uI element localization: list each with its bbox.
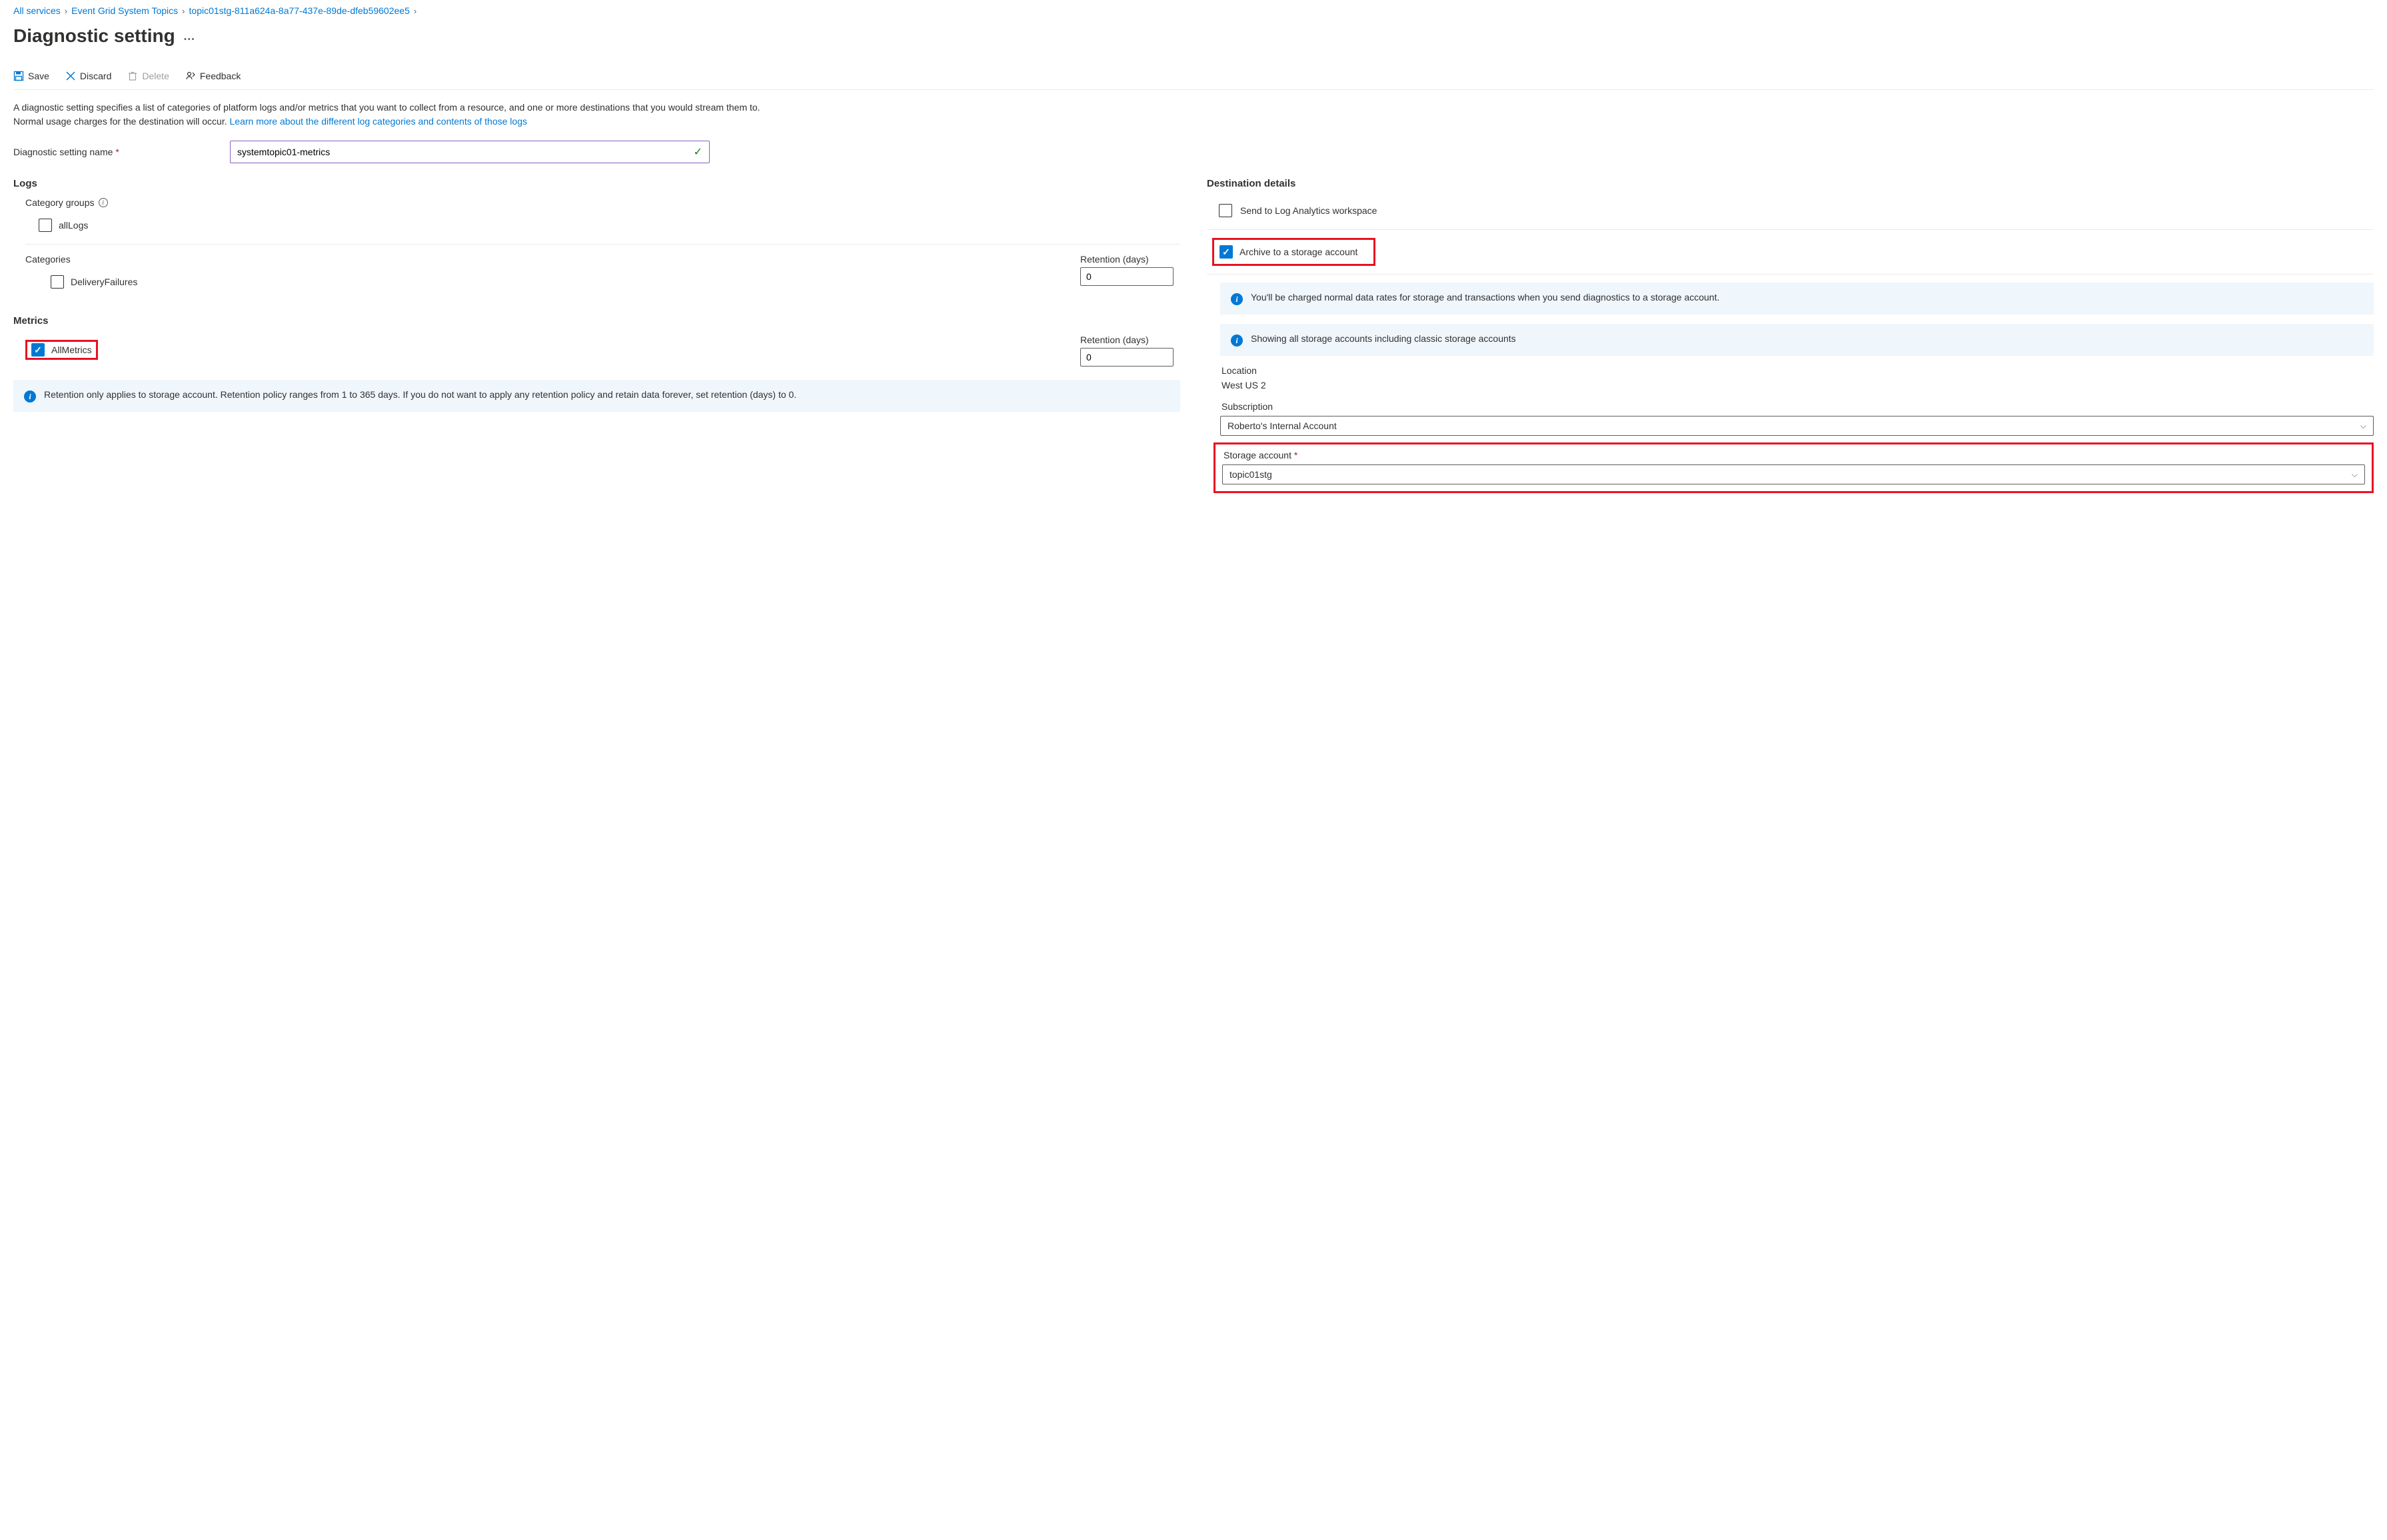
feedback-button[interactable]: Feedback	[185, 68, 241, 84]
valid-check-icon: ✓	[694, 145, 702, 159]
all-logs-label: allLogs	[59, 220, 88, 231]
save-icon	[13, 71, 24, 81]
logs-retention-label: Retention (days)	[1080, 254, 1174, 265]
chevron-right-icon: ›	[182, 6, 185, 16]
page-title: Diagnostic setting …	[13, 25, 2374, 47]
archive-storage-label: Archive to a storage account	[1239, 247, 1357, 257]
storage-account-label: Storage account *	[1223, 450, 2365, 460]
chevron-right-icon: ›	[414, 6, 416, 16]
breadcrumb-topic[interactable]: topic01stg-811a624a-8a77-437e-89de-dfeb5…	[189, 5, 410, 16]
breadcrumb: All services › Event Grid System Topics …	[13, 5, 2374, 16]
archive-storage-checkbox[interactable]	[1219, 245, 1233, 259]
trash-icon	[127, 71, 138, 81]
chevron-down-icon: ⌵	[2360, 421, 2366, 431]
metrics-section-title: Metrics	[13, 315, 1180, 327]
feedback-icon	[185, 71, 196, 81]
delivery-failures-label: DeliveryFailures	[71, 277, 137, 287]
categories-label: Categories	[25, 254, 1080, 265]
info-icon: i	[1231, 293, 1243, 305]
delete-button: Delete	[127, 68, 169, 84]
subscription-label: Subscription	[1221, 401, 2374, 412]
close-icon	[65, 71, 76, 81]
more-menu-icon[interactable]: …	[183, 29, 197, 43]
location-label: Location	[1221, 365, 2374, 376]
all-metrics-checkbox[interactable]	[31, 343, 45, 357]
toolbar: Save Discard Delete Feedback	[13, 63, 2374, 90]
charge-info-box: i You'll be charged normal data rates fo…	[1220, 283, 2374, 315]
info-icon[interactable]: i	[99, 198, 108, 207]
log-analytics-label: Send to Log Analytics workspace	[1240, 205, 1377, 216]
logs-retention-input[interactable]	[1080, 267, 1174, 286]
setting-name-input[interactable]: ✓	[230, 141, 710, 163]
chevron-right-icon: ›	[65, 6, 67, 16]
all-logs-checkbox[interactable]	[39, 219, 52, 232]
destination-section-title: Destination details	[1207, 178, 2374, 189]
showing-info-box: i Showing all storage accounts including…	[1220, 324, 2374, 356]
info-icon: i	[1231, 335, 1243, 347]
breadcrumb-event-grid[interactable]: Event Grid System Topics	[71, 5, 178, 16]
setting-name-label: Diagnostic setting name *	[13, 147, 230, 157]
info-icon: i	[24, 390, 36, 402]
breadcrumb-all-services[interactable]: All services	[13, 5, 61, 16]
discard-button[interactable]: Discard	[65, 68, 111, 84]
delivery-failures-checkbox[interactable]	[51, 275, 64, 289]
logs-section-title: Logs	[13, 178, 1180, 189]
metrics-retention-label: Retention (days)	[1080, 335, 1174, 345]
storage-account-select[interactable]: topic01stg ⌵	[1222, 464, 2365, 484]
chevron-down-icon: ⌵	[2352, 470, 2358, 480]
metrics-retention-input[interactable]	[1080, 348, 1174, 367]
subscription-select[interactable]: Roberto's Internal Account ⌵	[1220, 416, 2374, 436]
learn-more-link[interactable]: Learn more about the different log categ…	[230, 116, 527, 127]
log-analytics-checkbox[interactable]	[1219, 204, 1232, 217]
all-metrics-label: AllMetrics	[51, 345, 92, 355]
location-value: West US 2	[1221, 380, 2374, 390]
category-groups-label: Category groups i	[25, 197, 1180, 208]
description-text: A diagnostic setting specifies a list of…	[13, 101, 786, 129]
save-button[interactable]: Save	[13, 68, 49, 84]
retention-info-box: i Retention only applies to storage acco…	[13, 380, 1180, 412]
